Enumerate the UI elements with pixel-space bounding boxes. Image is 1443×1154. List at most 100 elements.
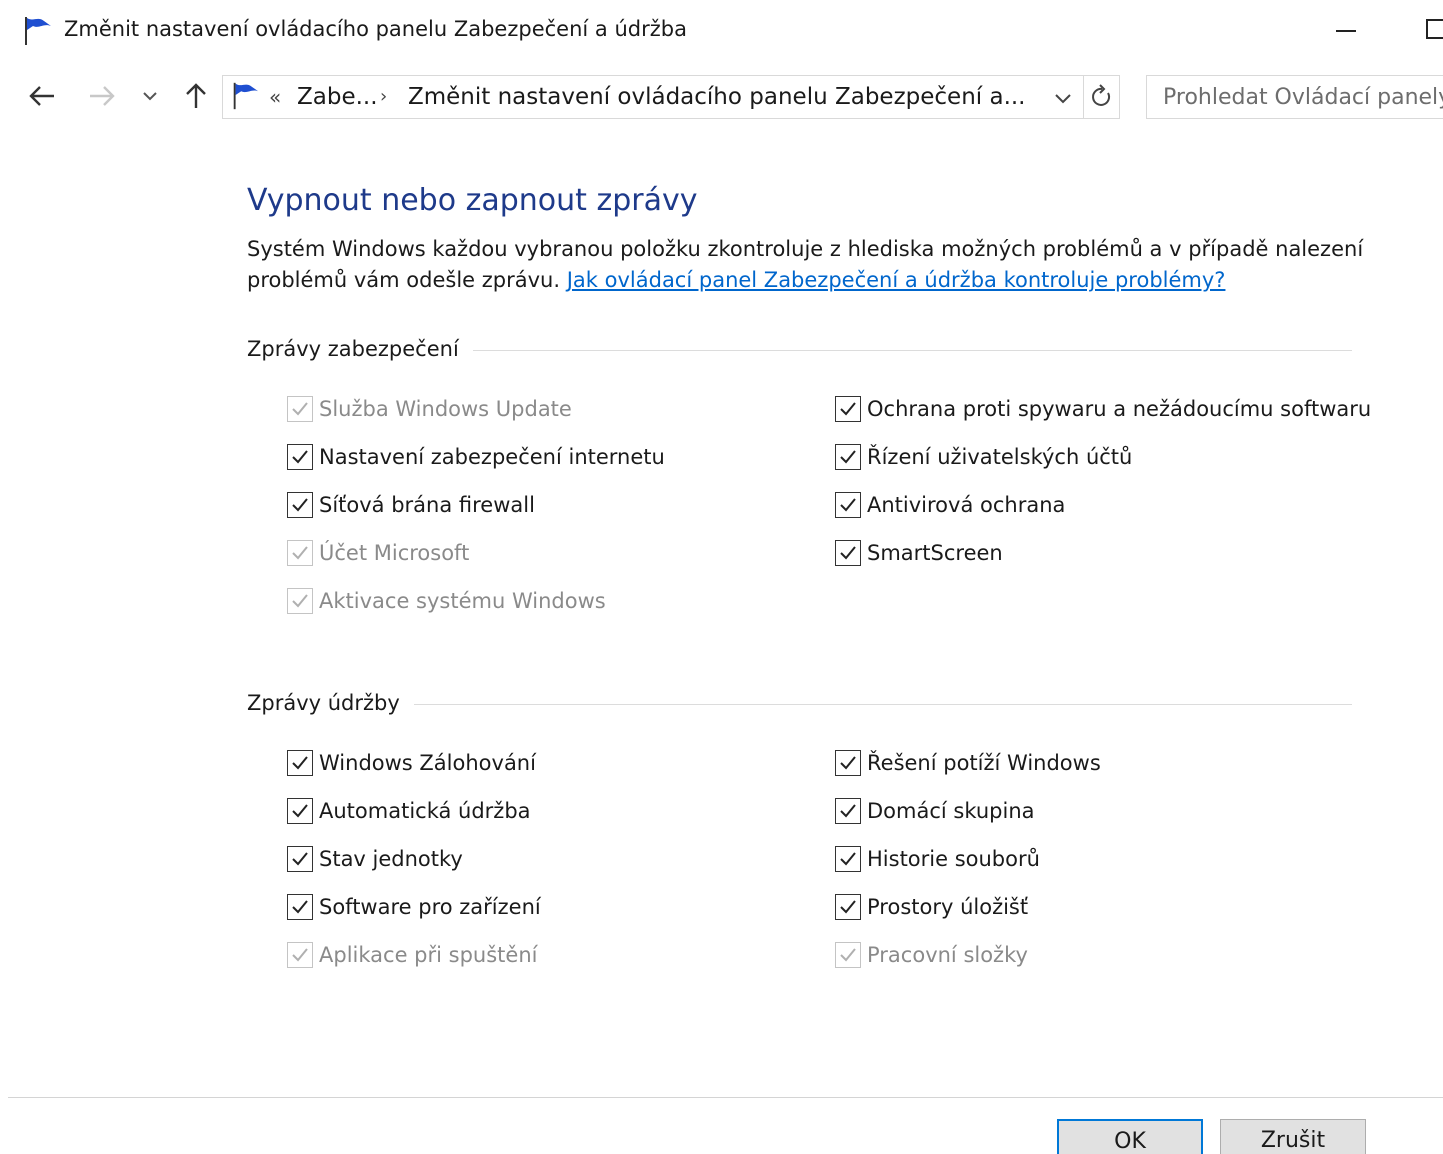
checkbox[interactable] bbox=[287, 798, 313, 824]
refresh-icon[interactable] bbox=[1089, 84, 1115, 110]
checkbox-label: Software pro zařízení bbox=[319, 895, 541, 919]
checkbox-item: Služba Windows Update bbox=[287, 393, 572, 425]
ok-button[interactable]: OK bbox=[1057, 1119, 1203, 1154]
checkbox-label: Prostory úložišť bbox=[867, 895, 1029, 919]
checkbox-item[interactable]: Nastavení zabezpečení internetu bbox=[287, 441, 665, 473]
checkmark-icon bbox=[840, 450, 856, 464]
checkbox-item[interactable]: Prostory úložišť bbox=[835, 891, 1028, 923]
help-link[interactable]: Jak ovládací panel Zabezpečení a údržba … bbox=[567, 268, 1226, 292]
checkmark-icon bbox=[840, 900, 856, 914]
checkbox-label: Stav jednotky bbox=[319, 847, 463, 871]
checkbox-item: Aktivace systému Windows bbox=[287, 585, 606, 617]
checkbox[interactable] bbox=[287, 846, 313, 872]
checkmark-icon bbox=[292, 546, 308, 560]
checkbox[interactable] bbox=[287, 750, 313, 776]
checkbox-label: SmartScreen bbox=[867, 541, 1003, 565]
checkbox-item[interactable]: Síťová brána firewall bbox=[287, 489, 535, 521]
checkbox bbox=[287, 942, 313, 968]
checkbox-item[interactable]: Řešení potíží Windows bbox=[835, 747, 1101, 779]
checkbox-label: Síťová brána firewall bbox=[319, 493, 535, 517]
breadcrumb-separator[interactable]: › bbox=[380, 86, 387, 107]
address-bar[interactable]: « Zabe... › Změnit nastavení ovládacího … bbox=[222, 75, 1120, 119]
window-title: Změnit nastavení ovládacího panelu Zabez… bbox=[64, 17, 687, 41]
checkmark-icon bbox=[292, 900, 308, 914]
checkmark-icon bbox=[292, 450, 308, 464]
search-box[interactable] bbox=[1146, 75, 1443, 119]
checkmark-icon bbox=[292, 756, 308, 770]
checkbox-label: Ochrana proti spywaru a nežádoucímu soft… bbox=[867, 397, 1372, 421]
checkbox[interactable] bbox=[287, 894, 313, 920]
checkbox[interactable] bbox=[835, 540, 861, 566]
maximize-button[interactable] bbox=[1426, 19, 1443, 39]
checkbox bbox=[835, 942, 861, 968]
checkmark-icon bbox=[292, 594, 308, 608]
footer-divider bbox=[8, 1097, 1443, 1098]
address-divider bbox=[1083, 76, 1084, 118]
checkbox-label: Pracovní složky bbox=[867, 943, 1028, 967]
checkmark-icon bbox=[292, 804, 308, 818]
search-input[interactable] bbox=[1147, 76, 1443, 118]
checkbox[interactable] bbox=[835, 750, 861, 776]
forward-button[interactable] bbox=[86, 80, 118, 112]
breadcrumb-segment-security[interactable]: Zabe... bbox=[297, 84, 378, 110]
checkbox[interactable] bbox=[287, 444, 313, 470]
minimize-button[interactable] bbox=[1336, 30, 1356, 32]
up-button[interactable] bbox=[180, 80, 212, 112]
navigation-bar: « Zabe... › Změnit nastavení ovládacího … bbox=[0, 72, 1443, 122]
checkbox-item[interactable]: Řízení uživatelských účtů bbox=[835, 441, 1132, 473]
checkbox[interactable] bbox=[835, 444, 861, 470]
checkbox-item[interactable]: Windows Zálohování bbox=[287, 747, 536, 779]
flag-icon bbox=[233, 82, 259, 110]
checkbox-label: Aktivace systému Windows bbox=[319, 589, 606, 613]
back-button[interactable] bbox=[26, 80, 58, 112]
checkbox-label: Služba Windows Update bbox=[319, 397, 572, 421]
checkbox-label: Nastavení zabezpečení internetu bbox=[319, 445, 665, 469]
checkmark-icon bbox=[840, 402, 856, 416]
checkbox bbox=[287, 396, 313, 422]
checkbox-item: Účet Microsoft bbox=[287, 537, 469, 569]
arrow-right-icon bbox=[90, 86, 115, 106]
title-bar: Změnit nastavení ovládacího panelu Zabez… bbox=[0, 0, 1443, 62]
checkmark-icon bbox=[840, 756, 856, 770]
checkmark-icon bbox=[840, 546, 856, 560]
checkbox[interactable] bbox=[287, 492, 313, 518]
checkbox[interactable] bbox=[835, 798, 861, 824]
checkbox-label: Účet Microsoft bbox=[319, 541, 470, 565]
checkbox-item[interactable]: Antivirová ochrana bbox=[835, 489, 1065, 521]
checkbox-label: Windows Zálohování bbox=[319, 751, 536, 775]
checkbox-item: Pracovní složky bbox=[835, 939, 1028, 971]
checkbox-item[interactable]: Domácí skupina bbox=[835, 795, 1035, 827]
checkbox-item[interactable]: Software pro zařízení bbox=[287, 891, 541, 923]
checkbox[interactable] bbox=[835, 894, 861, 920]
checkmark-icon bbox=[292, 852, 308, 866]
breadcrumb-segment-current[interactable]: Změnit nastavení ovládacího panelu Zabez… bbox=[408, 84, 1026, 110]
security-group-label: Zprávy zabezpečení bbox=[247, 337, 473, 361]
control-panel-window: Změnit nastavení ovládacího panelu Zabez… bbox=[0, 0, 1443, 1154]
checkmark-icon bbox=[840, 948, 856, 962]
page-description: Systém Windows každou vybranou položku z… bbox=[247, 234, 1407, 296]
flag-icon bbox=[25, 17, 51, 45]
checkbox[interactable] bbox=[835, 492, 861, 518]
recent-locations-button[interactable] bbox=[134, 80, 166, 112]
checkbox-item[interactable]: Stav jednotky bbox=[287, 843, 463, 875]
checkbox[interactable] bbox=[835, 396, 861, 422]
checkbox-item[interactable]: SmartScreen bbox=[835, 537, 1003, 569]
checkbox-label: Řízení uživatelských účtů bbox=[867, 445, 1133, 469]
checkmark-icon bbox=[292, 948, 308, 962]
checkbox[interactable] bbox=[835, 846, 861, 872]
checkbox-item[interactable]: Ochrana proti spywaru a nežádoucímu soft… bbox=[835, 393, 1371, 425]
checkmark-icon bbox=[840, 852, 856, 866]
checkmark-icon bbox=[292, 498, 308, 512]
cancel-button[interactable]: Zrušit bbox=[1220, 1119, 1366, 1154]
breadcrumb-overflow[interactable]: « bbox=[269, 85, 281, 109]
checkmark-icon bbox=[840, 804, 856, 818]
checkbox-item[interactable]: Automatická údržba bbox=[287, 795, 531, 827]
chevron-down-icon[interactable] bbox=[1051, 86, 1075, 110]
chevron-down-icon bbox=[143, 92, 157, 101]
checkbox-item: Aplikace při spuštění bbox=[287, 939, 537, 971]
checkbox bbox=[287, 540, 313, 566]
checkbox-item[interactable]: Historie souborů bbox=[835, 843, 1040, 875]
checkbox bbox=[287, 588, 313, 614]
checkbox-label: Automatická údržba bbox=[319, 799, 531, 823]
checkbox-label: Domácí skupina bbox=[867, 799, 1035, 823]
